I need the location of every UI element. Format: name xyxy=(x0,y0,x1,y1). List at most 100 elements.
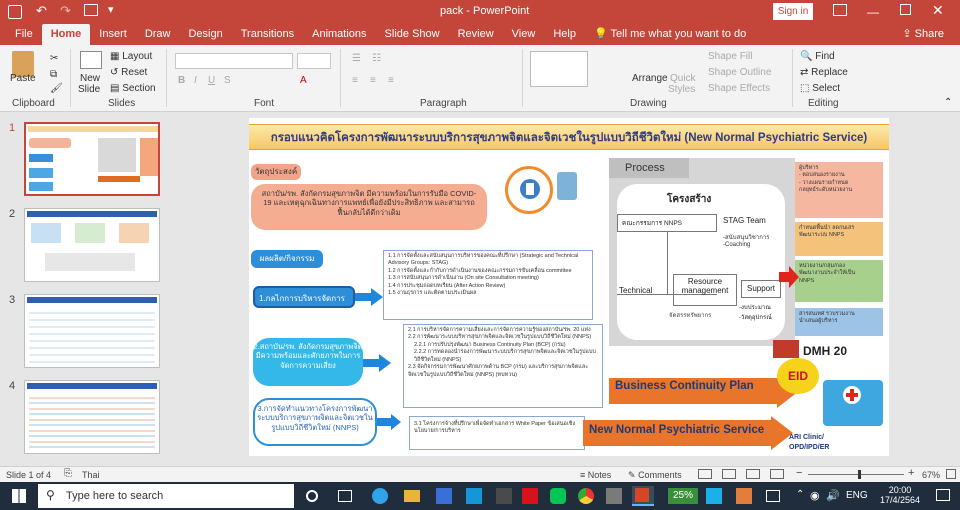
cortana-icon[interactable] xyxy=(306,490,318,502)
quick-styles-button[interactable]: Quick xyxy=(670,73,696,84)
line-icon[interactable] xyxy=(550,488,566,504)
format-painter-icon[interactable]: 🖌 xyxy=(50,83,63,94)
ribbon-display-icon[interactable] xyxy=(833,4,847,16)
close-icon[interactable]: ✕ xyxy=(932,2,944,19)
slide-canvas[interactable]: กรอบแนวคิดโครงการพัฒนาระบบบริการสุขภาพจิ… xyxy=(249,118,889,456)
italic-icon[interactable]: I xyxy=(194,75,197,86)
input-language[interactable]: ENG xyxy=(846,490,868,501)
shapes-gallery[interactable] xyxy=(530,51,588,87)
shape-fill-button[interactable]: Shape Fill xyxy=(708,51,752,62)
underline-icon[interactable]: U xyxy=(208,75,215,86)
tab-review[interactable]: Review xyxy=(449,24,503,45)
paste-button[interactable]: Paste xyxy=(10,73,36,84)
battery-widget[interactable]: 25% xyxy=(668,488,698,504)
language-indicator[interactable]: Thai xyxy=(82,470,100,480)
accessibility-icon[interactable]: ⎘ xyxy=(64,468,72,479)
app-icon[interactable] xyxy=(606,488,622,504)
restore-icon[interactable] xyxy=(900,4,911,15)
tab-file[interactable]: File xyxy=(6,24,42,45)
font-name-select[interactable] xyxy=(175,53,293,69)
clock[interactable]: 20:00 17/4/2564 xyxy=(872,485,928,505)
app-icon[interactable] xyxy=(766,490,780,502)
share-button[interactable]: Share xyxy=(915,28,944,40)
tab-transitions[interactable]: Transitions xyxy=(232,24,303,45)
arrange-button[interactable]: Arrange xyxy=(632,73,668,84)
minimize-icon[interactable]: — xyxy=(867,5,879,19)
reset-button[interactable]: Reset xyxy=(121,67,147,78)
layout-button[interactable]: Layout xyxy=(122,51,152,62)
tab-slide-show[interactable]: Slide Show xyxy=(376,24,449,45)
zoom-level[interactable]: 67% xyxy=(922,470,940,480)
app-icon[interactable] xyxy=(736,488,752,504)
slide-sorter-icon[interactable] xyxy=(722,469,736,479)
bullets-icon[interactable]: ☰ xyxy=(352,53,361,64)
fit-slide-icon[interactable] xyxy=(946,469,956,479)
file-explorer-icon[interactable] xyxy=(404,490,420,502)
redo-icon[interactable]: ↷ xyxy=(60,3,71,19)
show-hidden-icons[interactable]: ⌃ xyxy=(796,489,804,500)
normal-view-icon[interactable] xyxy=(698,469,712,479)
customize-icon[interactable]: ▾ xyxy=(108,3,114,16)
shadow-icon[interactable]: S xyxy=(224,75,231,86)
comments-button[interactable]: Comments xyxy=(638,470,682,480)
find-button[interactable]: Find xyxy=(815,51,834,62)
volume-icon[interactable]: 🔊 xyxy=(826,489,840,502)
copy-icon[interactable]: ⧉ xyxy=(50,69,57,80)
font-color-icon[interactable]: A xyxy=(300,75,307,86)
store-icon[interactable] xyxy=(436,488,452,504)
zoom-in-icon[interactable]: + xyxy=(908,467,914,479)
section-button[interactable]: Section xyxy=(122,83,155,94)
slideshow-view-icon[interactable] xyxy=(770,469,784,479)
notifications-icon[interactable] xyxy=(936,489,950,501)
edge-icon[interactable] xyxy=(372,488,388,504)
present-icon[interactable] xyxy=(84,4,98,16)
notes-button[interactable]: Notes xyxy=(588,470,612,480)
tab-view[interactable]: View xyxy=(503,24,545,45)
select-button[interactable]: Select xyxy=(812,83,840,94)
numbering-icon[interactable]: ☷ xyxy=(372,53,381,64)
slide-thumbnail-2[interactable] xyxy=(24,208,160,282)
shape-outline-button[interactable]: Shape Outline xyxy=(708,67,771,78)
windows-start-icon[interactable] xyxy=(12,489,26,503)
netflix-icon[interactable] xyxy=(522,488,538,504)
slide-thumbnail-4[interactable] xyxy=(24,380,160,454)
collapse-ribbon-icon[interactable]: ⌃ xyxy=(944,97,952,108)
tab-animations[interactable]: Animations xyxy=(303,24,375,45)
network-icon[interactable]: ◉ xyxy=(810,489,820,502)
slide-thumbnail-1[interactable] xyxy=(24,122,160,196)
align-right-icon[interactable]: ≡ xyxy=(388,75,394,86)
new-slide-button[interactable]: New xyxy=(80,73,100,84)
bold-icon[interactable]: B xyxy=(178,75,185,86)
save-icon[interactable] xyxy=(8,5,22,19)
app-icon[interactable] xyxy=(706,488,722,504)
cut-icon[interactable]: ✂ xyxy=(50,53,58,64)
new-slide-icon[interactable] xyxy=(80,51,102,69)
sign-in-button[interactable]: Sign in xyxy=(773,3,813,20)
shape-effects-button[interactable]: Shape Effects xyxy=(708,83,770,94)
task-view-icon[interactable] xyxy=(338,490,352,502)
quick-styles-button-line2[interactable]: Styles xyxy=(668,84,695,95)
tab-help[interactable]: Help xyxy=(544,24,585,45)
tell-me-search[interactable]: Tell me what you want to do xyxy=(611,28,747,40)
new-slide-button-line2[interactable]: Slide xyxy=(78,84,100,95)
font-size-select[interactable] xyxy=(297,53,331,69)
chrome-icon[interactable] xyxy=(578,488,594,504)
undo-icon[interactable]: ↶ xyxy=(36,3,47,19)
app-icon[interactable] xyxy=(496,488,512,504)
zoom-out-icon[interactable]: − xyxy=(796,467,802,479)
align-center-icon[interactable]: ≡ xyxy=(370,75,376,86)
tab-home[interactable]: Home xyxy=(41,24,91,45)
align-left-icon[interactable]: ≡ xyxy=(352,75,358,86)
tab-draw[interactable]: Draw xyxy=(136,24,180,45)
tab-insert[interactable]: Insert xyxy=(90,24,136,45)
slide-thumbnail-3[interactable] xyxy=(24,294,160,368)
slide-thumbnails-pane[interactable]: 1 2 3 4 xyxy=(0,112,170,466)
reading-view-icon[interactable] xyxy=(746,469,760,479)
zoom-slider-thumb[interactable] xyxy=(858,470,861,479)
taskbar-search-box[interactable]: ⚲ Type here to search xyxy=(38,484,294,508)
tab-design[interactable]: Design xyxy=(179,24,231,45)
app-icon[interactable] xyxy=(466,488,482,504)
powerpoint-taskbar-icon[interactable] xyxy=(632,486,654,506)
zoom-slider[interactable] xyxy=(808,474,904,475)
replace-button[interactable]: Replace xyxy=(811,67,848,78)
